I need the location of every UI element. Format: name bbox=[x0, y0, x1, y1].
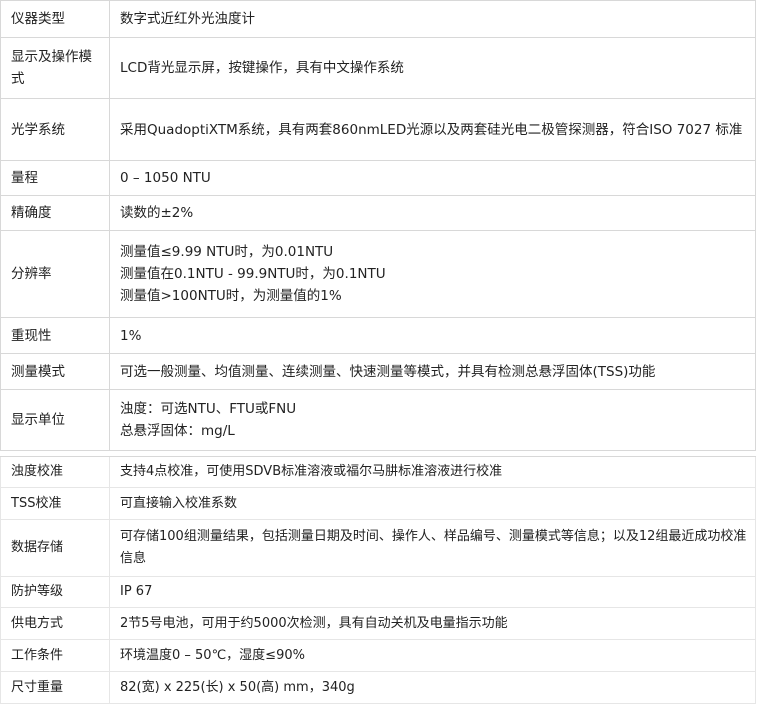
spec-label: 显示及操作模式 bbox=[0, 37, 110, 99]
spec-value: 2节5号电池，可用于约5000次检测，具有自动关机及电量指示功能 bbox=[109, 607, 756, 640]
spec-label: 防护等级 bbox=[0, 576, 110, 608]
spec-row: 精确度 读数的±2% bbox=[0, 195, 756, 231]
spec-value: 82(宽) x 225(长) x 50(高) mm，340g bbox=[109, 671, 756, 704]
spec-label: 数据存储 bbox=[0, 519, 110, 577]
spec-row: 浊度校准 支持4点校准，可使用SDVB标准溶液或福尔马肼标准溶液进行校准 bbox=[0, 456, 756, 488]
spec-row: 量程 0 – 1050 NTU bbox=[0, 160, 756, 196]
spec-value: 浊度：可选NTU、FTU或FNU 总悬浮固体：mg/L bbox=[109, 389, 756, 451]
spec-value: 数字式近红外光浊度计 bbox=[109, 0, 756, 38]
spec-value: LCD背光显示屏，按键操作，具有中文操作系统 bbox=[109, 37, 756, 99]
spec-label: 工作条件 bbox=[0, 639, 110, 672]
spec-label: 显示单位 bbox=[0, 389, 110, 451]
spec-value: 1% bbox=[109, 317, 756, 354]
spec-label: 尺寸重量 bbox=[0, 671, 110, 704]
spec-row: 仪器类型 数字式近红外光浊度计 bbox=[0, 0, 756, 38]
spec-row: 工作条件 环境温度0 – 50℃，湿度≤90% bbox=[0, 639, 756, 672]
spec-label: 测量模式 bbox=[0, 353, 110, 390]
spec-value: 可直接输入校准系数 bbox=[109, 487, 756, 520]
spec-row: TSS校准 可直接输入校准系数 bbox=[0, 487, 756, 520]
spec-row: 供电方式 2节5号电池，可用于约5000次检测，具有自动关机及电量指示功能 bbox=[0, 607, 756, 640]
spec-value: 测量值≤9.99 NTU时，为0.01NTU 测量值在0.1NTU - 99.9… bbox=[109, 230, 756, 318]
spec-value: 支持4点校准，可使用SDVB标准溶液或福尔马肼标准溶液进行校准 bbox=[109, 456, 756, 488]
spec-row: 数据存储 可存储100组测量结果，包括测量日期及时间、操作人、样品编号、测量模式… bbox=[0, 519, 756, 577]
spec-label: 仪器类型 bbox=[0, 0, 110, 38]
spec-table: 仪器类型 数字式近红外光浊度计 显示及操作模式 LCD背光显示屏，按键操作，具有… bbox=[0, 0, 756, 704]
spec-value: 读数的±2% bbox=[109, 195, 756, 231]
spec-label: 精确度 bbox=[0, 195, 110, 231]
spec-value: IP 67 bbox=[109, 576, 756, 608]
spec-label: 量程 bbox=[0, 160, 110, 196]
spec-label: 光学系统 bbox=[0, 98, 110, 161]
spec-row: 显示及操作模式 LCD背光显示屏，按键操作，具有中文操作系统 bbox=[0, 37, 756, 99]
spec-row: 重现性 1% bbox=[0, 317, 756, 354]
spec-label: TSS校准 bbox=[0, 487, 110, 520]
spec-label: 分辨率 bbox=[0, 230, 110, 318]
spec-row: 测量模式 可选一般测量、均值测量、连续测量、快速测量等模式，并具有检测总悬浮固体… bbox=[0, 353, 756, 390]
spec-value: 可存储100组测量结果，包括测量日期及时间、操作人、样品编号、测量模式等信息；以… bbox=[109, 519, 756, 577]
spec-row: 分辨率 测量值≤9.99 NTU时，为0.01NTU 测量值在0.1NTU - … bbox=[0, 230, 756, 318]
spec-row: 显示单位 浊度：可选NTU、FTU或FNU 总悬浮固体：mg/L bbox=[0, 389, 756, 451]
spec-label: 重现性 bbox=[0, 317, 110, 354]
spec-value: 可选一般测量、均值测量、连续测量、快速测量等模式，并具有检测总悬浮固体(TSS)… bbox=[109, 353, 756, 390]
spec-row: 尺寸重量 82(宽) x 225(长) x 50(高) mm，340g bbox=[0, 671, 756, 704]
spec-value: 环境温度0 – 50℃，湿度≤90% bbox=[109, 639, 756, 672]
spec-value: 0 – 1050 NTU bbox=[109, 160, 756, 196]
spec-label: 浊度校准 bbox=[0, 456, 110, 488]
spec-value: 采用QuadoptiXTM系统，具有两套860nmLED光源以及两套硅光电二极管… bbox=[109, 98, 756, 161]
spec-row: 防护等级 IP 67 bbox=[0, 576, 756, 608]
spec-row: 光学系统 采用QuadoptiXTM系统，具有两套860nmLED光源以及两套硅… bbox=[0, 98, 756, 161]
spec-label: 供电方式 bbox=[0, 607, 110, 640]
